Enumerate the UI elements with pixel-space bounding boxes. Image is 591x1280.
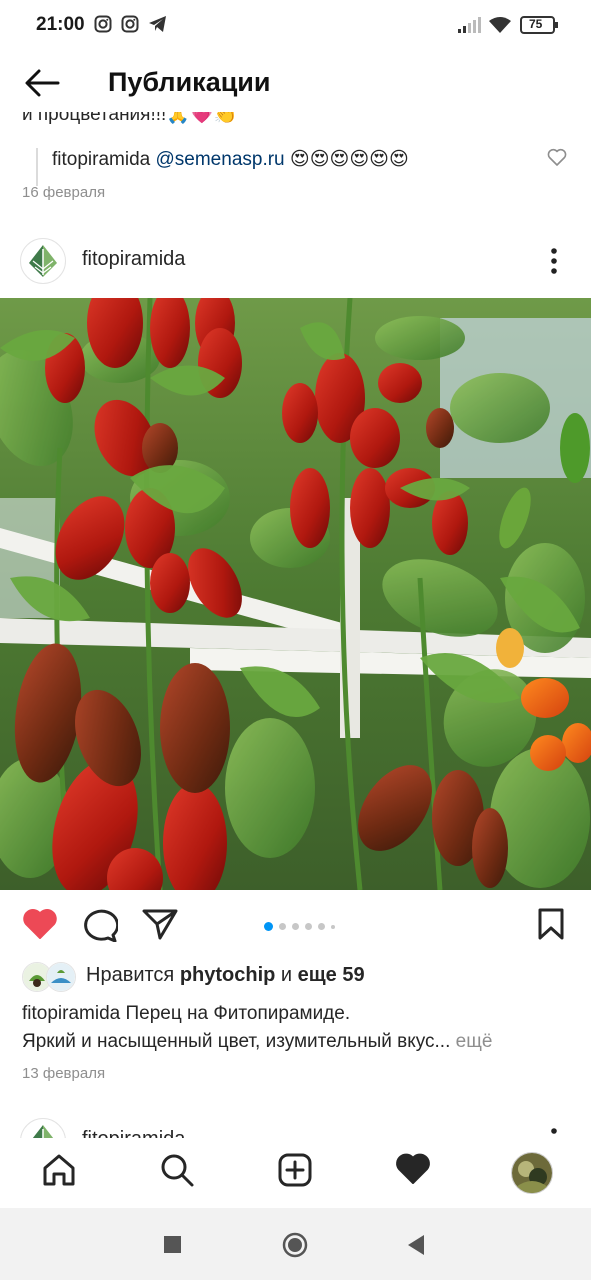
wifi-icon [488,16,512,39]
likes-user[interactable]: phytochip [180,964,276,986]
caption-username[interactable]: fitopiramida [22,1003,120,1024]
battery-level: 75 [529,17,543,31]
likes-others[interactable]: еще 59 [298,964,365,986]
profile-avatar[interactable] [511,1152,553,1194]
instagram-notification-icon [94,15,112,38]
likes-middle: и [275,964,298,986]
back-triangle-icon[interactable] [406,1234,426,1261]
bookmark-icon[interactable] [537,908,565,945]
heart-filled-icon[interactable] [22,908,58,945]
home-circle-icon[interactable] [282,1232,308,1263]
post-username[interactable]: fitopiramida [82,248,185,271]
bottom-navigation [0,1138,591,1208]
instagram-notification-icon [121,15,139,38]
telegram-notification-icon [148,15,168,38]
carousel-indicator [264,918,341,932]
reply-emojis: 😍😍😍😍😍😍 [289,149,409,170]
carousel-dot [305,923,312,931]
likes-prefix: Нравится [86,964,180,986]
liker-avatar [46,962,76,992]
post-caption: fitopiramida Перец на Фитопирамиде. Ярки… [22,1000,572,1088]
previous-post-date: 16 февраля [22,184,106,201]
post-date: 13 февраля [22,1065,106,1082]
heart-icon[interactable] [395,1152,431,1191]
caption-line2: Яркий и насыщенный цвет, изумительный вк… [22,1031,451,1052]
comment-icon[interactable] [82,908,120,947]
comment-like-icon[interactable] [547,148,567,171]
pepper-photo-illustration [0,298,591,890]
post-actions [0,890,591,960]
page-title: Публикации [108,67,271,97]
carousel-dot [331,924,335,929]
add-post-icon[interactable] [277,1152,313,1193]
likes-row: Нравится phytochip и еще 59 [0,958,591,998]
reply-username[interactable]: fitopiramida [52,149,150,170]
carousel-dot [292,923,299,931]
caption-more-link[interactable]: ещё [450,1031,493,1052]
recent-apps-icon[interactable] [164,1236,181,1253]
previous-post-tail: и процветания!!!🙏💗👏 fitopiramida @semena… [0,112,591,212]
carousel-dot [318,923,325,931]
paper-plane-icon[interactable] [142,908,178,945]
likes-text[interactable]: Нравится phytochip и еще 59 [86,964,365,987]
previous-caption-tail: и процветания!!!🙏💗👏 [22,112,238,125]
search-icon[interactable] [159,1152,195,1193]
status-bar: 21:00 75 [0,0,591,52]
app-header: Публикации [0,52,591,116]
status-time: 21:00 [36,14,85,35]
caption-line1: Перец на Фитопирамиде. [125,1003,351,1024]
more-vertical-icon[interactable] [550,248,558,279]
reply-mention[interactable]: @semenasp.ru [156,149,285,170]
carousel-dot-active [264,922,273,932]
reply-divider [36,148,38,186]
arrow-left-icon[interactable] [24,68,60,103]
carousel-dot [279,923,286,931]
post-header: fitopiramida [0,222,591,298]
signal-icon [458,17,482,38]
reply-comment: fitopiramida @semenasp.ru 😍😍😍😍😍😍 [52,148,409,171]
home-icon[interactable] [41,1152,77,1193]
avatar[interactable] [20,238,66,284]
post-photo[interactable] [0,298,591,890]
system-navigation-bar [0,1208,591,1280]
